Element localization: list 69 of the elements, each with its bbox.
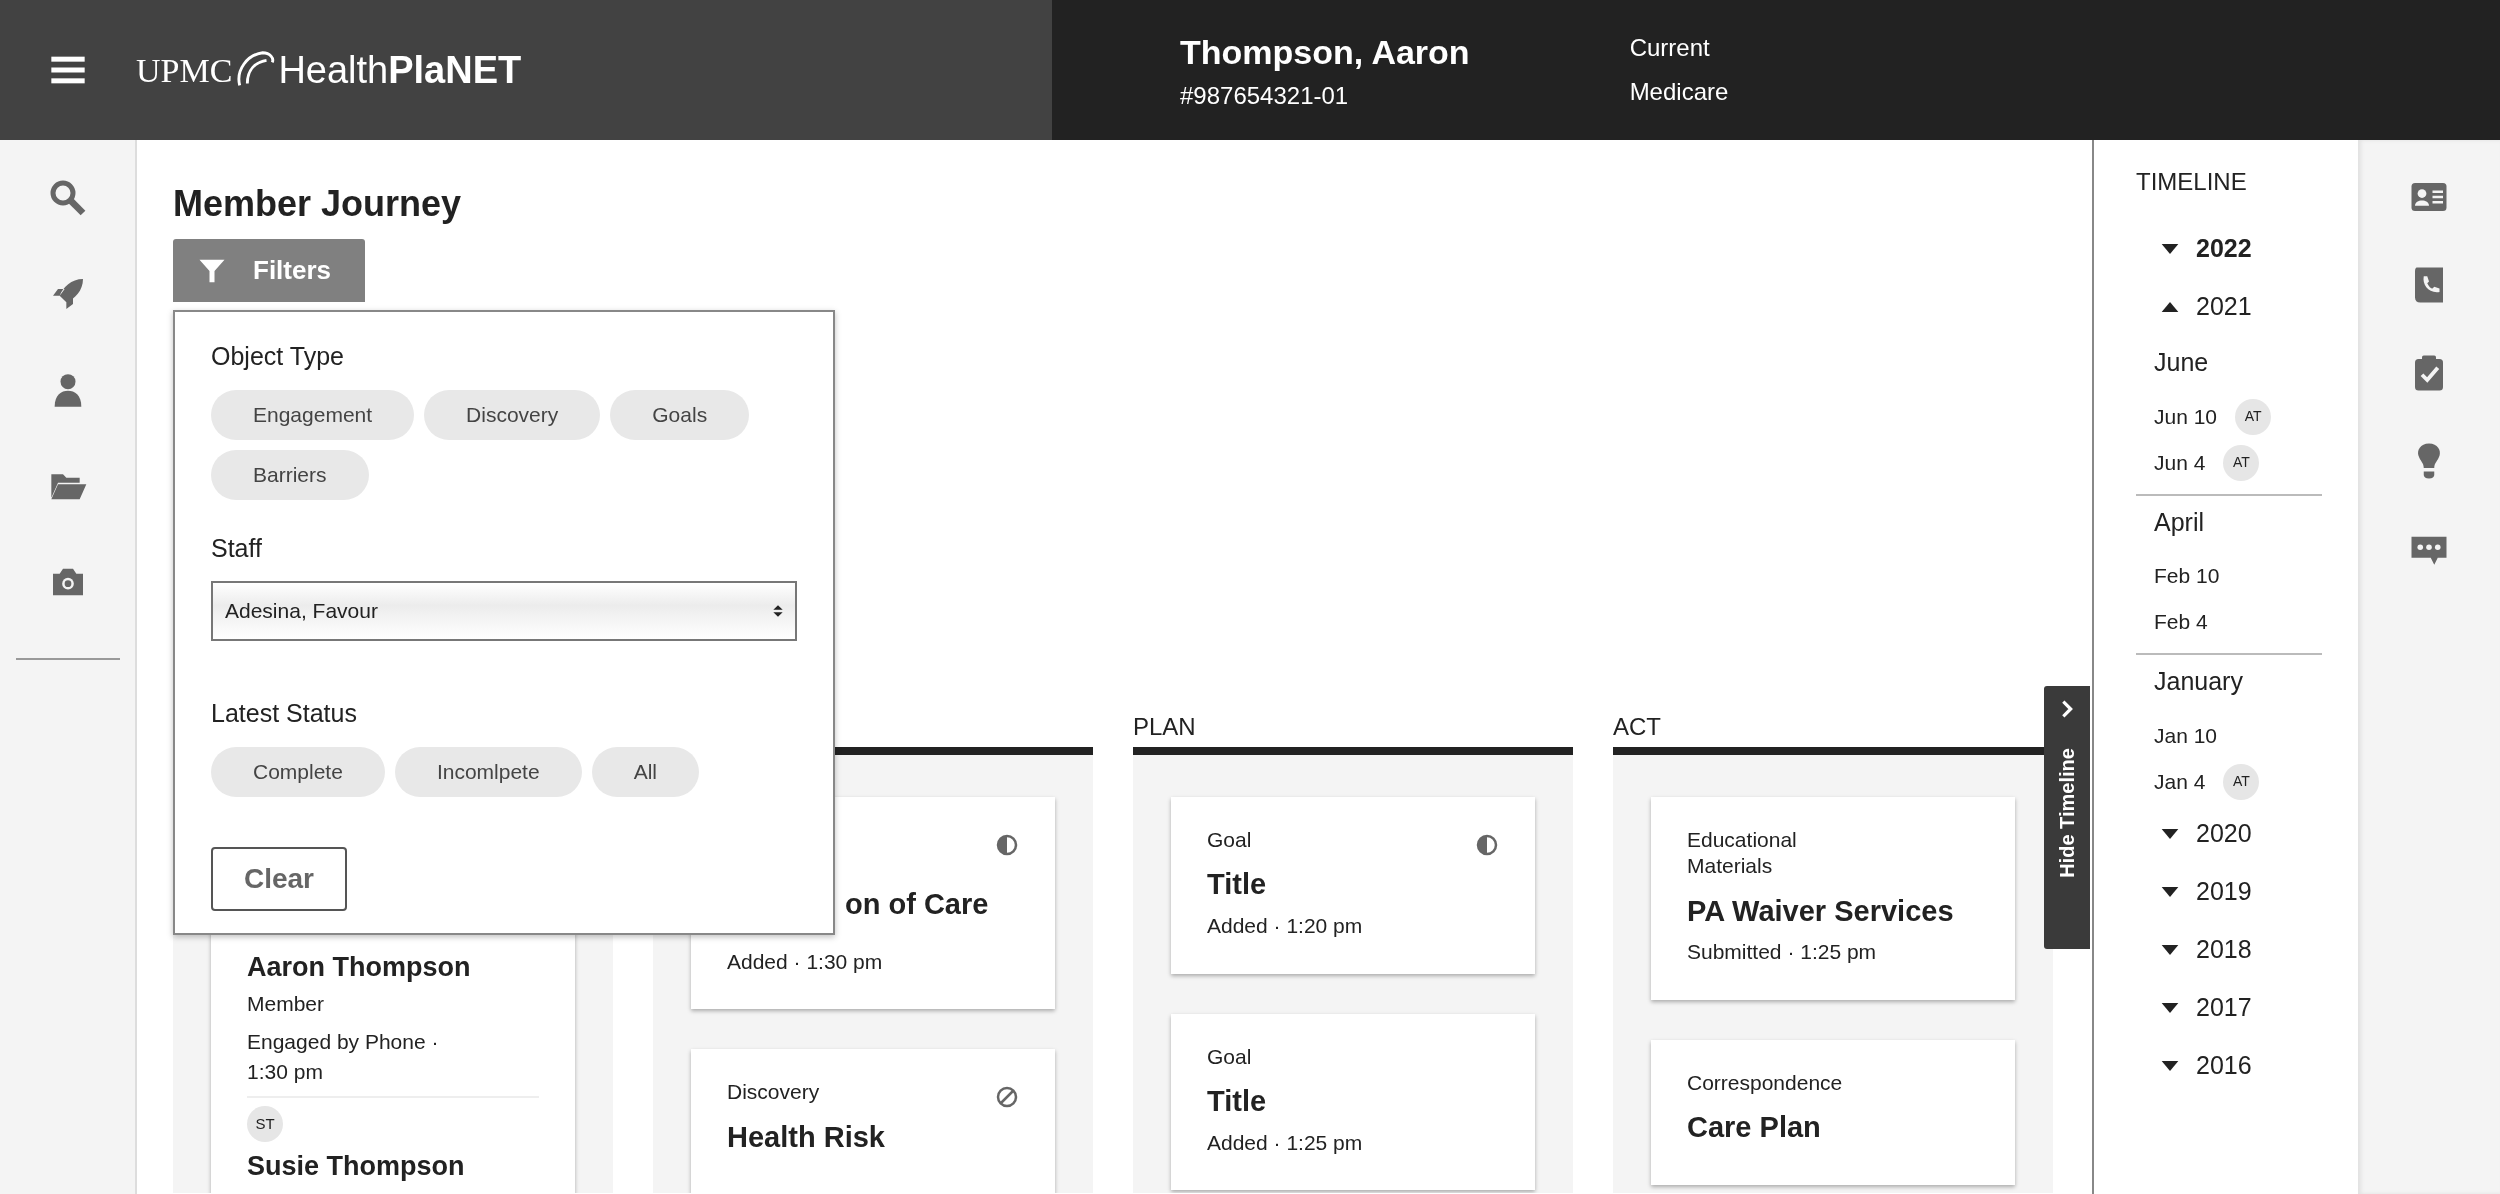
person-role: Member [247, 990, 326, 1017]
month-label: June [2153, 347, 2210, 378]
person-name: Aaron Thompson [247, 951, 472, 984]
item-type: Discovery [727, 1079, 821, 1106]
hide-timeline-tab[interactable]: Hide Timeline [2044, 686, 2090, 949]
avatar: AT [2235, 398, 2272, 435]
avatar: AT [2223, 444, 2260, 481]
column-heading: ACT [1613, 712, 1662, 742]
staff-select[interactable]: Adesina, Favour [211, 581, 797, 641]
section-label: Staff [211, 532, 263, 564]
item-title: Health Risk [727, 1119, 886, 1155]
item-title: on of Care [845, 887, 990, 922]
timeline-date[interactable]: Jun 10 [2154, 400, 2218, 433]
item-type: Goal [1207, 827, 1253, 853]
section-label: Latest Status [211, 698, 358, 729]
member-name: Thompson, Aaron [1180, 31, 1470, 73]
filter-chip[interactable]: Discovery [424, 389, 601, 440]
month-label: January [2153, 666, 2244, 697]
year-toggle[interactable]: 2020 [2136, 804, 2258, 863]
timeline-date[interactable]: Feb 4 [2154, 606, 2208, 638]
avatar: ST [247, 1105, 283, 1142]
year-toggle[interactable]: 2018 [2136, 920, 2258, 979]
timeline-date[interactable]: Jan 4 [2154, 765, 2206, 798]
timeline-date[interactable]: Feb 10 [2154, 560, 2220, 592]
year-toggle[interactable]: 2022 [2136, 220, 2258, 278]
timeline-date[interactable]: Jun 4 [2154, 446, 2206, 479]
filters-button[interactable]: Filters [173, 239, 365, 303]
year-toggle[interactable]: 2021 [2136, 278, 2258, 336]
filter-chip[interactable]: Goals [610, 389, 750, 440]
coverage-text: Current [1629, 33, 1711, 63]
journey-card[interactable]: Discovery Health Risk [691, 1049, 1055, 1193]
logo-text: UPMC [136, 50, 233, 91]
item-detail: Submitted · 1:25 pm [1687, 939, 1878, 966]
item-detail: Added · 1:20 pm [1207, 913, 1364, 940]
item-detail: Added · 1:25 pm [1207, 1129, 1364, 1156]
journey-card[interactable]: Correspondence Care Plan [1651, 1039, 2015, 1185]
timeline-title: TIMELINE [2136, 167, 2248, 197]
logo-text: HealthPlaNET [278, 47, 522, 93]
page-title: Member Journey [173, 182, 463, 226]
item-title: PA Waiver Services [1687, 893, 1955, 929]
engagement-detail: Engaged by Phone · 1:30 pm [247, 1029, 440, 1086]
journey-card[interactable]: Goal Title Added · 1:25 pm [1171, 1013, 1535, 1191]
filter-chip[interactable]: Incomlpete [394, 746, 582, 797]
item-title: Title [1207, 867, 1268, 903]
item-type: Goal [1207, 1043, 1253, 1070]
person-name: Susie Thompson [247, 1149, 466, 1183]
column-heading: PLAN [1133, 712, 1197, 742]
filter-chip[interactable]: Barriers [211, 449, 369, 500]
coverage-text: Medicare [1629, 77, 1729, 107]
month-label: April [2153, 506, 2205, 538]
filter-chip[interactable]: All [591, 746, 699, 797]
selected-value: Adesina, Favour [225, 598, 378, 625]
journey-card[interactable]: Goal Title Added · 1:20 pm [1171, 797, 1535, 974]
timeline-date[interactable]: Jan 10 [2154, 719, 2218, 752]
journey-card[interactable]: Educational Materials PA Waiver Services Submitted · 1:25 pm [1651, 797, 2015, 1000]
section-label: Object Type [211, 341, 345, 372]
year-toggle[interactable]: 2019 [2136, 862, 2258, 921]
item-type: Educational Materials [1687, 827, 1798, 880]
filter-chip[interactable]: Engagement [211, 389, 415, 440]
item-title: Care Plan [1687, 1110, 1822, 1145]
item-type: Correspondence [1687, 1069, 1844, 1096]
year-toggle[interactable]: 2016 [2136, 1036, 2258, 1095]
year-toggle[interactable]: 2017 [2136, 978, 2258, 1037]
member-id: #987654321-01 [1180, 80, 1350, 111]
item-title: Title [1207, 1083, 1268, 1119]
clear-button[interactable]: Clear [211, 846, 347, 911]
filter-chip[interactable]: Complete [211, 746, 385, 797]
avatar: AT [2223, 763, 2260, 800]
item-detail: Added · 1:30 pm [727, 948, 884, 975]
